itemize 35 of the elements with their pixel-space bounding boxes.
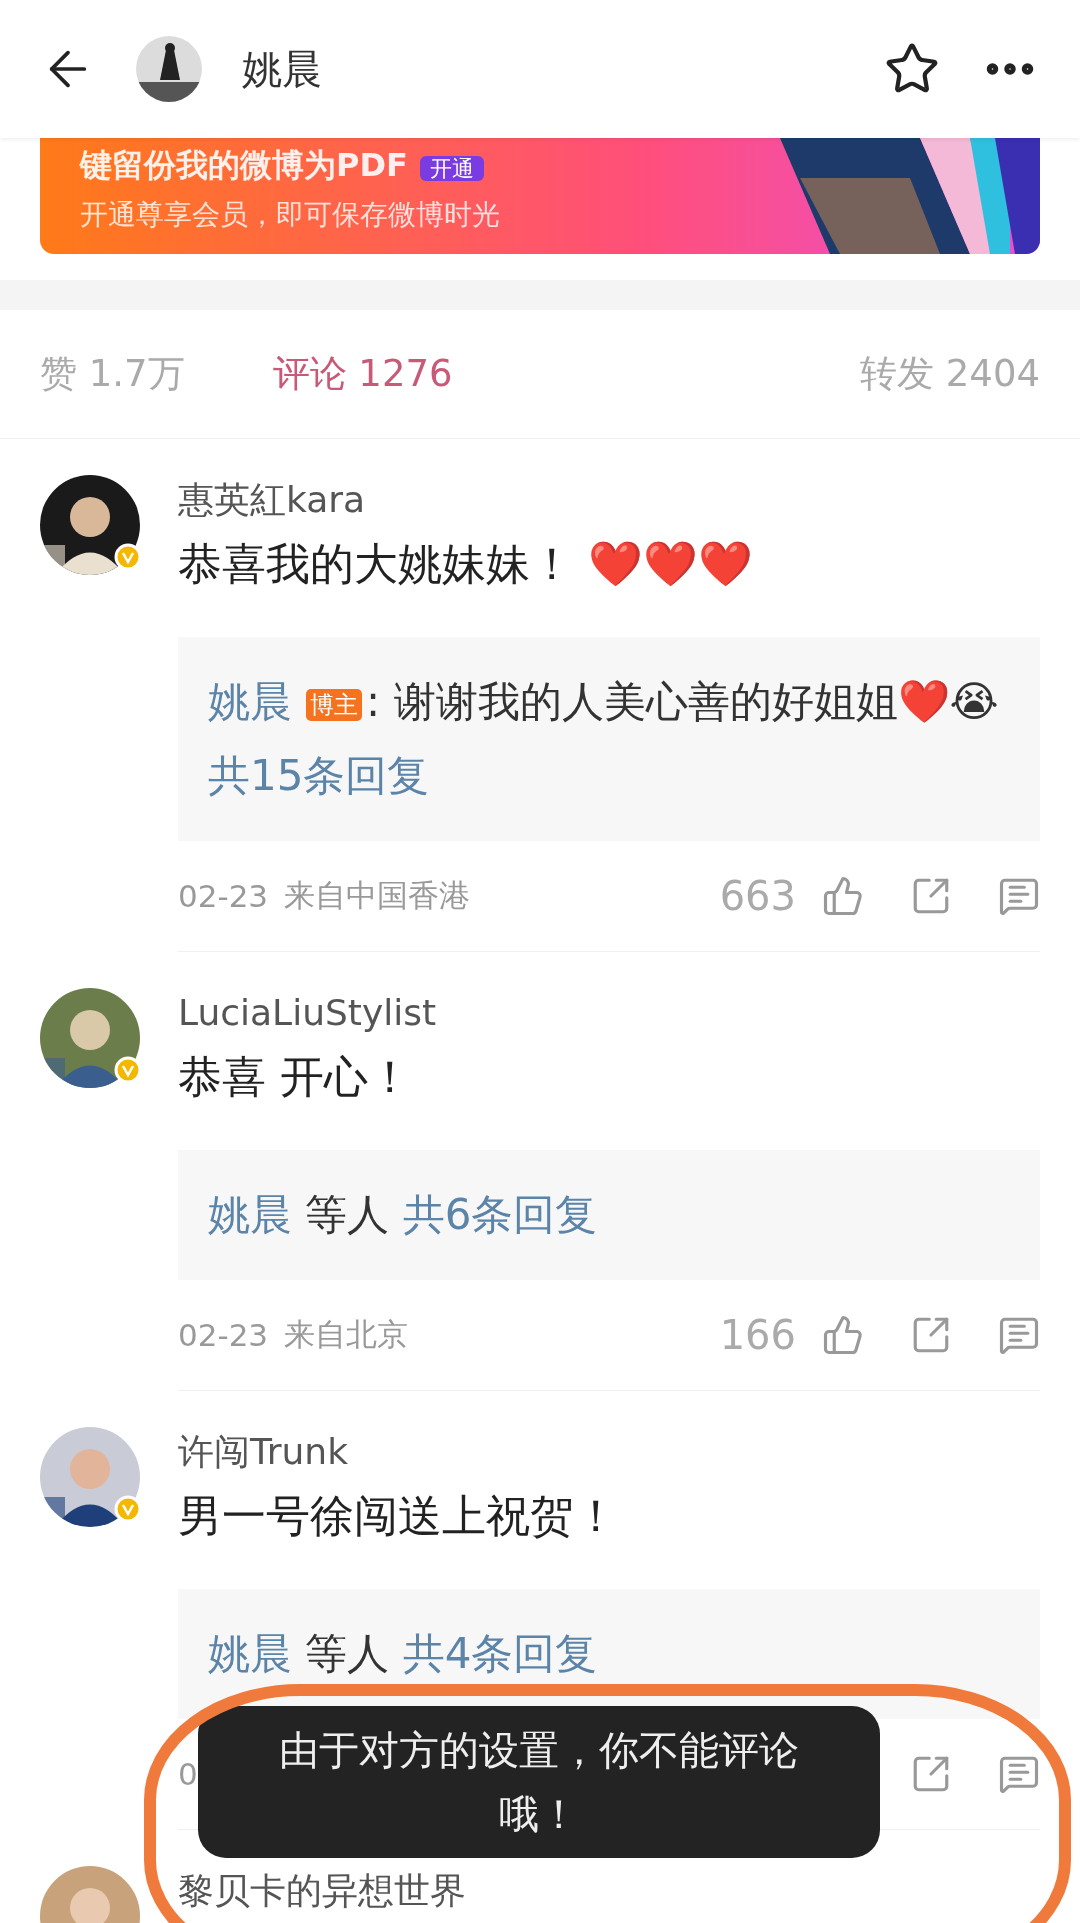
like-icon[interactable]: [822, 1314, 864, 1356]
comment-date: 0: [178, 1756, 198, 1792]
commenter-name[interactable]: 惠英紅kara: [178, 475, 1040, 525]
banner-subtitle: 开通尊享会员，即可保存微博时光: [80, 197, 501, 233]
more-replies-link[interactable]: 共4条回复: [402, 1629, 598, 1678]
comment-date: 02-23: [178, 1317, 269, 1353]
comment-location: 来自北京: [284, 1315, 409, 1354]
banner-title: 键留份我的微博为PDF: [80, 146, 408, 184]
like-count: 166: [719, 1312, 796, 1358]
stat-tab[interactable]: 评论 1276: [272, 349, 453, 399]
reply-text: : 谢谢我的人美心善的好姐姐❤😭: [366, 677, 999, 726]
commenter-name[interactable]: 黎贝卡的异想世界: [178, 1866, 1040, 1916]
reply-box[interactable]: 姚晨 等人 共6条回复: [178, 1150, 1040, 1280]
window-title: 姚晨: [242, 44, 323, 94]
comment-text: 恭喜我的大姚妹妹！ ❤❤❤: [178, 537, 753, 591]
author-badge: 博主: [306, 688, 362, 721]
reply-text: 等人: [305, 1629, 390, 1678]
reply-author[interactable]: 姚晨: [208, 1629, 292, 1678]
comment-text: 恭喜 开心！: [178, 1050, 412, 1104]
reply-text: 等人: [305, 1190, 390, 1239]
comment-date: 02-23: [178, 878, 269, 914]
reply-box[interactable]: 姚晨 博主 : 谢谢我的人美心善的好姐姐❤😭 共15条回复: [178, 637, 1040, 841]
like-count: 663: [719, 873, 796, 919]
more-replies-link[interactable]: 共15条回复: [208, 751, 430, 800]
comment-location: 来自中国香港: [284, 876, 471, 915]
vip-banner[interactable]: 键留份我的微博为PDF 开通 开通尊享会员，即可保存微博时光: [40, 138, 1040, 254]
commenter-name[interactable]: 许闯Trunk: [178, 1427, 1040, 1477]
reply-author[interactable]: 姚晨: [208, 677, 292, 726]
more-replies-link[interactable]: 共6条回复: [402, 1190, 598, 1239]
commenter-name[interactable]: LuciaLiuStylist: [178, 988, 1040, 1038]
open-badge[interactable]: 开通: [419, 156, 484, 181]
reply-author[interactable]: 姚晨: [208, 1190, 292, 1239]
like-icon[interactable]: [822, 875, 864, 917]
comment-text: 男一号徐闯送上祝贺！: [178, 1489, 618, 1543]
error-toast: 由于对方的设置，你不能评论哦！: [198, 1706, 880, 1858]
